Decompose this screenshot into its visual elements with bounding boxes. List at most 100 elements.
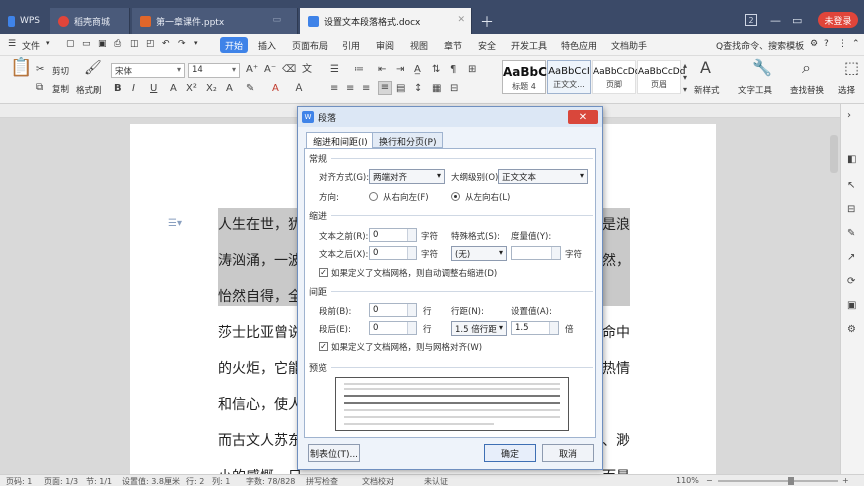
font-color-a-icon[interactable]: A — [170, 83, 177, 95]
underline-icon[interactable]: U — [150, 83, 157, 95]
special-select[interactable]: (无) — [451, 246, 507, 261]
menu-file[interactable]: 文件 — [22, 39, 40, 52]
status-cert[interactable]: 未认证 — [424, 476, 448, 486]
setting-input[interactable]: 1.5 — [511, 321, 559, 335]
paragraph-text-tail[interactable]: 命中 — [602, 322, 630, 342]
text-effect-icon[interactable]: A — [226, 83, 233, 95]
save-icon[interactable]: ▣ — [98, 39, 107, 49]
snap-grid-label[interactable]: 如果定义了文档网格，则与网格对齐(W) — [331, 341, 482, 353]
status-proof[interactable]: 文档校对 — [362, 476, 394, 486]
indent-after-input[interactable]: 0 — [369, 246, 417, 260]
vertical-scrollbar-thumb[interactable] — [830, 135, 838, 173]
sidebar-collapse-icon[interactable]: › — [847, 110, 851, 122]
spacing-after-unit[interactable]: 行 — [423, 323, 432, 335]
rtl-label[interactable]: 从右向左(F) — [383, 191, 429, 203]
export-icon[interactable]: ◰ — [146, 39, 155, 49]
search-icon[interactable]: ⌕ — [802, 60, 811, 76]
undo-icon[interactable]: ↶ — [162, 39, 170, 49]
chinese-layout-icon[interactable]: A̲ — [414, 64, 421, 76]
spacing-before-unit[interactable]: 行 — [423, 305, 432, 317]
menu-security[interactable]: 安全 — [478, 39, 496, 52]
paragraph-text[interactable]: 涛汹涌，一波 — [218, 250, 302, 270]
shrink-font-icon[interactable]: A⁻ — [264, 64, 276, 76]
line-spacing-icon[interactable]: ↕ — [414, 83, 422, 95]
cut-button[interactable]: 剪切 — [52, 65, 69, 77]
style-heading4[interactable]: AaBbC 标题 4 — [502, 60, 547, 94]
align-center-icon[interactable]: ≡ — [346, 83, 354, 95]
justify-icon[interactable]: ≡ — [378, 81, 392, 95]
font-color-icon[interactable]: A — [272, 83, 279, 95]
settings-icon[interactable]: ⚙ — [810, 39, 818, 49]
new-style-icon[interactable]: A — [700, 60, 711, 76]
login-button[interactable]: 未登录 — [818, 12, 858, 28]
tab-wps[interactable]: WPS — [0, 8, 48, 34]
grow-font-icon[interactable]: A⁺ — [246, 64, 258, 76]
align-right-icon[interactable]: ≡ — [362, 83, 370, 95]
indent-before-unit[interactable]: 字符 — [421, 230, 438, 242]
menu-review[interactable]: 审阅 — [376, 39, 394, 52]
quick-access-chevron-icon[interactable]: ▾ — [194, 39, 198, 47]
zoom-out-icon[interactable]: − — [706, 476, 713, 485]
status-spell[interactable]: 拼写检查 — [306, 476, 338, 486]
paragraph-text-tail[interactable]: 然， — [602, 250, 630, 270]
increase-indent-icon[interactable]: ⇥ — [396, 64, 404, 76]
collapse-ribbon-icon[interactable]: ⌃ — [852, 39, 860, 49]
chevron-down-icon[interactable]: ▾ — [46, 39, 50, 47]
outline-select[interactable]: 正文文本 — [498, 169, 588, 184]
menu-doc-assistant[interactable]: 文档助手 — [611, 39, 647, 52]
sidebar-pointer-icon[interactable]: ↖ — [847, 180, 855, 192]
select-icon[interactable]: ⬚ — [844, 60, 859, 76]
more-icon[interactable]: ⋮ — [838, 39, 847, 49]
paragraph-text[interactable]: 的火炬，它能 — [218, 358, 302, 378]
menu-insert[interactable]: 插入 — [258, 39, 276, 52]
format-painter-icon[interactable]: 🖌 — [84, 61, 102, 75]
new-style-button[interactable]: 新样式 — [694, 84, 720, 96]
ok-button[interactable]: 确定 — [484, 444, 536, 462]
dialog-title-bar[interactable]: W 段落 ✕ — [298, 107, 602, 127]
decrease-indent-icon[interactable]: ⇤ — [378, 64, 386, 76]
auto-indent-checkbox[interactable]: ✓ — [319, 268, 328, 277]
subscript-icon[interactable]: X₂ — [206, 83, 217, 95]
hamburger-icon[interactable]: ☰ — [8, 39, 16, 49]
redo-icon[interactable]: ↷ — [178, 39, 186, 49]
tab-docx[interactable]: 设置文本段落格式.docx ✕ — [300, 8, 472, 34]
style-footer[interactable]: AaBbCcDd 页脚 — [592, 60, 640, 94]
format-painter-button[interactable]: 格式刷 — [76, 84, 102, 96]
tab-pptx[interactable]: 第一章课件.pptx ▭ — [132, 8, 298, 34]
cancel-button[interactable]: 取消 — [542, 444, 594, 462]
measure-input[interactable] — [511, 246, 561, 260]
font-name-select[interactable]: 宋体 — [111, 63, 185, 78]
paragraph-text[interactable]: 人生在世，犹 — [218, 214, 302, 234]
select-button[interactable]: 选择 — [838, 84, 855, 96]
paragraph-text[interactable]: 莎士比亚曾说 — [218, 322, 302, 342]
paragraph-text[interactable]: 和信心，使人 — [218, 394, 302, 414]
spacing-after-input[interactable]: 0 — [369, 321, 417, 335]
status-words[interactable]: 字数: 78/828 — [246, 476, 295, 486]
copy-button[interactable]: 复制 — [52, 83, 69, 95]
styles-expand-icon[interactable]: ▾ — [683, 84, 687, 96]
status-pages[interactable]: 页面: 1/3 — [44, 476, 78, 486]
style-body[interactable]: AaBbCcI 正文文... — [547, 60, 591, 94]
sort-icon[interactable]: ⇅ — [432, 64, 440, 76]
char-border-icon[interactable]: Ａ — [294, 83, 304, 95]
close-icon[interactable]: ✕ — [568, 110, 598, 124]
tab-line-page-break[interactable]: 换行和分页(P) — [372, 132, 444, 148]
ltr-radio[interactable] — [451, 192, 460, 201]
paste-icon[interactable]: 📋 — [10, 59, 32, 77]
tab-close-icon[interactable]: ✕ — [457, 15, 465, 25]
sidebar-format-icon[interactable]: ⊟ — [847, 204, 855, 216]
minimize-icon[interactable]: — — [770, 14, 781, 27]
tab-indent-spacing[interactable]: 缩进和间距(I) — [306, 132, 375, 149]
menu-start[interactable]: 开始 — [220, 37, 248, 53]
styles-scroll-down-icon[interactable]: ▾ — [683, 72, 687, 84]
bullet-list-icon[interactable]: ☰ — [330, 64, 339, 76]
bold-icon[interactable]: B — [114, 83, 122, 95]
new-icon[interactable]: ▢ — [66, 39, 75, 49]
menu-developer[interactable]: 开发工具 — [511, 39, 547, 52]
numbered-list-icon[interactable]: ≔ — [354, 64, 364, 76]
clear-format-icon[interactable]: ⌫ — [282, 64, 296, 76]
zoom-slider[interactable] — [718, 480, 838, 482]
menu-chapter[interactable]: 章节 — [444, 39, 462, 52]
text-tools-icon[interactable]: 🔧 — [752, 60, 772, 76]
indent-after-unit[interactable]: 字符 — [421, 248, 438, 260]
